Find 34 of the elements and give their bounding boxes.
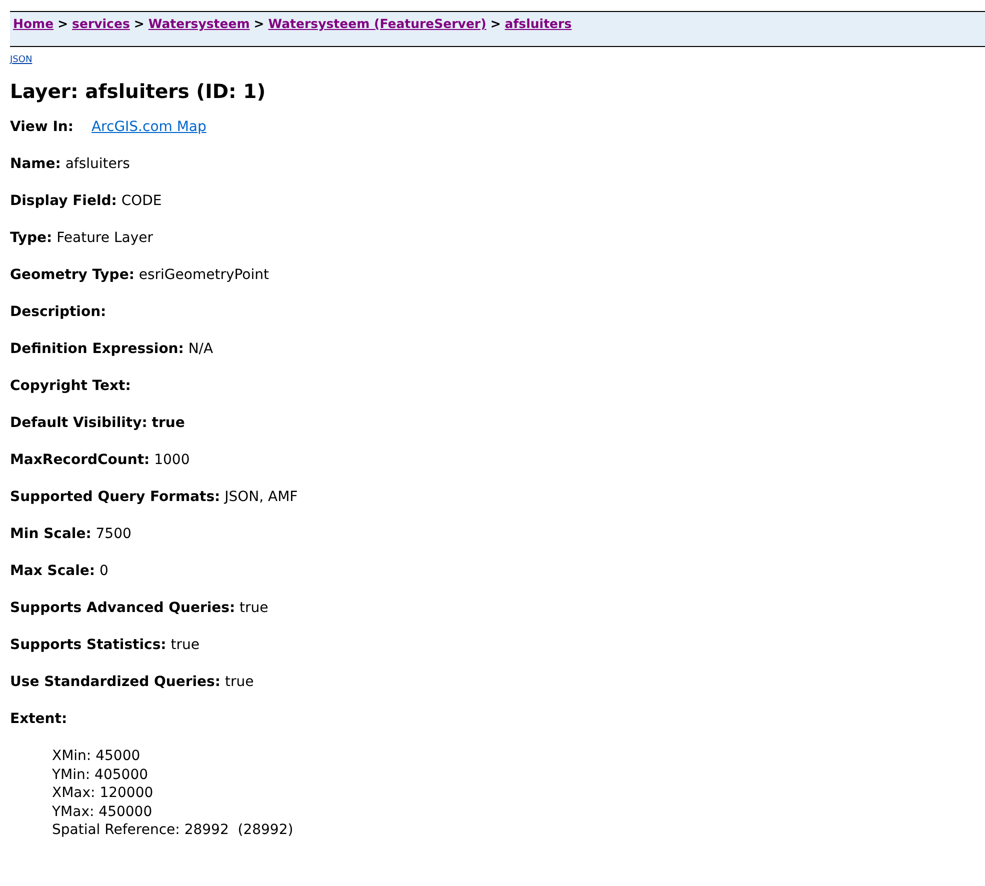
property-line: Copyright Text: — [10, 377, 132, 395]
breadcrumb-link[interactable]: Home — [13, 16, 54, 31]
property-line: Supports Advanced Queries: true — [10, 599, 270, 617]
layer-heading: Layer: afsluiters (ID: 1) — [10, 80, 267, 103]
extent-line: YMin: 405000 — [52, 766, 150, 784]
breadcrumb-separator: > — [252, 16, 266, 31]
extent-line: XMin: 45000 — [52, 747, 142, 766]
property-line: Definition Expression: N/A — [10, 340, 214, 358]
property-line: Max Scale: 0 — [10, 562, 110, 580]
json-link[interactable]: JSON — [10, 55, 32, 65]
property-line: Default Visibility: true — [10, 414, 186, 432]
property-line: MaxRecordCount: 1000 — [10, 451, 191, 469]
breadcrumb-separator: > — [132, 16, 146, 31]
breadcrumb-separator: > — [489, 16, 502, 31]
property-line: Supported Query Formats: JSON, AMF — [10, 488, 299, 506]
property-line: Supports Statistics: true — [10, 636, 200, 654]
property-line: Min Scale: 7500 — [10, 525, 132, 543]
property-line: Description: — [10, 303, 108, 321]
breadcrumb-link[interactable]: Watersysteem — [148, 16, 250, 31]
extent-line: YMax: 450000 — [52, 802, 154, 821]
breadcrumb-link[interactable]: afsluiters — [504, 16, 572, 31]
breadcrumb-separator: > — [56, 16, 70, 31]
extent-line: XMax: 120000 — [52, 784, 154, 802]
extent-line: Spatial Reference: 28992 (28992) — [52, 821, 294, 840]
extent-label: Extent: — [10, 711, 68, 727]
map-link[interactable]: ArcGIS.com Map — [91, 119, 206, 135]
property-line: Name: afsluiters — [10, 155, 131, 173]
property-line: Type: Feature Layer — [10, 229, 154, 247]
breadcrumb-link[interactable]: Watersysteem (FeatureServer) — [268, 16, 486, 31]
property-line: Use Standardized Queries: true — [10, 673, 255, 691]
property-line: Display Field: CODE — [10, 192, 163, 210]
view-in-label: View In: — [10, 119, 74, 135]
property-line: Geometry Type: esriGeometryPoint — [10, 266, 270, 284]
breadcrumb-link[interactable]: services — [72, 16, 130, 31]
